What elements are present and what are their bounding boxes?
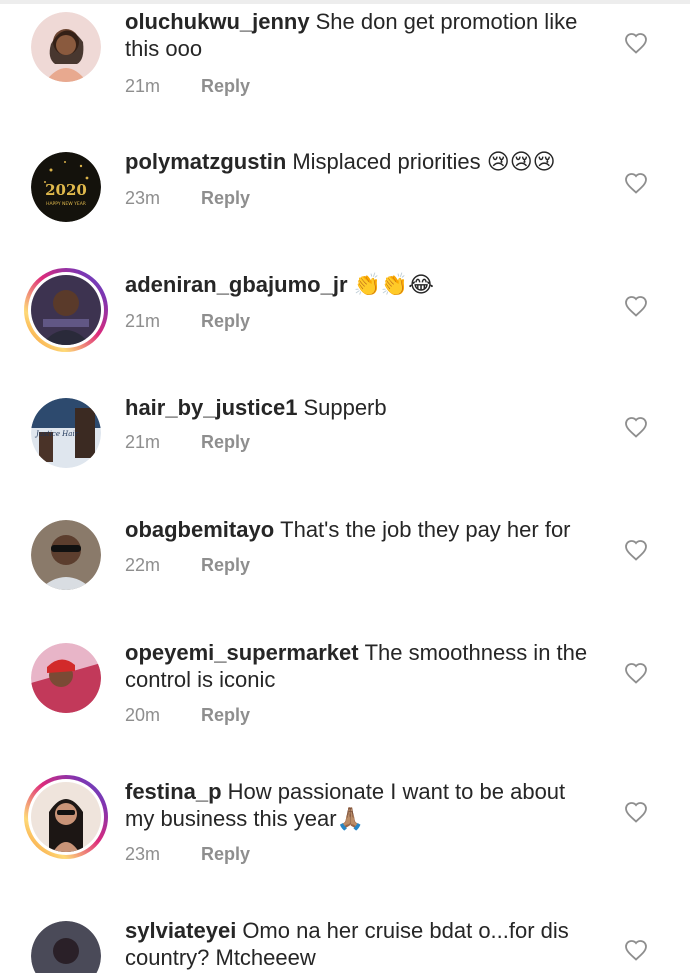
comment-username[interactable]: festina_p: [125, 779, 222, 804]
story-avatar[interactable]: [24, 775, 108, 859]
comment-body: oluchukwu_jenny She don get promotion lik…: [125, 8, 595, 62]
comment-body: festina_p How passionate I want to be abo…: [125, 778, 595, 832]
comment-body: obagbemitayo That's the job they pay her …: [125, 516, 595, 543]
comment-timestamp: 23m: [125, 844, 161, 864]
comment-timestamp: 23m: [125, 188, 161, 208]
comment-item: 2020 HAPPY NEW YEAR polymatzgustin Mispla…: [0, 140, 690, 260]
comment-item: Justice Hair hair_by_justice1 Supperb 21m…: [0, 386, 690, 506]
reply-button[interactable]: Reply: [201, 311, 250, 331]
comment-timestamp: 21m: [125, 76, 161, 96]
reply-button[interactable]: Reply: [201, 844, 250, 864]
story-ring: [28, 779, 104, 855]
comment-item: oluchukwu_jenny She don get promotion lik…: [0, 0, 690, 120]
heart-outline-icon[interactable]: [624, 939, 648, 961]
story-ring: [28, 272, 104, 348]
avatar[interactable]: [31, 921, 101, 973]
comment-body: adeniran_gbajumo_jr 👏👏😂: [125, 271, 595, 298]
comment-body: sylviateyei Omo na her cruise bdat o...fo…: [125, 917, 595, 971]
comment-text: That's the job they pay her for: [280, 517, 571, 542]
comment-item: obagbemitayo That's the job they pay her …: [0, 508, 690, 628]
reply-button[interactable]: Reply: [201, 555, 250, 575]
comment-username[interactable]: opeyemi_supermarket: [125, 640, 359, 665]
comment-text: Misplaced priorities: [292, 149, 481, 174]
comment-body: hair_by_justice1 Supperb: [125, 394, 595, 421]
comment-body: polymatzgustin Misplaced priorities 😢😢😢: [125, 148, 595, 175]
avatar-image: 2020 HAPPY NEW YEAR: [31, 152, 101, 222]
avatar-image: [31, 520, 101, 590]
comment-meta: 21m Reply: [125, 432, 250, 453]
comment-item: sylviateyei Omo na her cruise bdat o...fo…: [0, 909, 690, 973]
comment-meta: 22m Reply: [125, 555, 250, 576]
comment-timestamp: 21m: [125, 311, 161, 331]
avatar-image: Justice Hair: [31, 398, 101, 468]
reply-button[interactable]: Reply: [201, 76, 250, 96]
avatar-image: [31, 782, 101, 852]
reply-button[interactable]: Reply: [201, 188, 250, 208]
comment-text: 👏👏😂: [353, 272, 435, 297]
avatar-image: [31, 12, 101, 82]
avatar-caption-text: HAPPY NEW YEAR: [46, 201, 86, 207]
comment-text: Supperb: [303, 395, 387, 420]
avatar-brand-text: Justice Hair: [34, 430, 79, 438]
heart-outline-icon[interactable]: [624, 32, 648, 54]
avatar-image: [31, 643, 101, 713]
heart-outline-icon[interactable]: [624, 801, 648, 823]
avatar[interactable]: Justice Hair: [31, 398, 101, 468]
avatar-image: [31, 921, 101, 973]
comment-username[interactable]: hair_by_justice1: [125, 395, 297, 420]
comment-meta: 20m Reply: [125, 705, 250, 726]
story-avatar[interactable]: [24, 268, 108, 352]
avatar[interactable]: [31, 643, 101, 713]
avatar-image: [31, 275, 101, 345]
comment-item: adeniran_gbajumo_jr 👏👏😂 21m Reply: [0, 263, 690, 383]
heart-outline-icon[interactable]: [624, 662, 648, 684]
comment-meta: 23m Reply: [125, 188, 250, 209]
heart-outline-icon[interactable]: [624, 295, 648, 317]
comment-meta: 23m Reply: [125, 844, 250, 865]
avatar-year-text: 2020: [45, 181, 87, 199]
comment-item: festina_p How passionate I want to be abo…: [0, 770, 690, 900]
reply-button[interactable]: Reply: [201, 705, 250, 725]
avatar[interactable]: [31, 520, 101, 590]
comment-timestamp: 20m: [125, 705, 161, 725]
comment-body: opeyemi_supermarket The smoothness in the…: [125, 639, 595, 693]
comment-timestamp: 22m: [125, 555, 161, 575]
comment-timestamp: 21m: [125, 432, 161, 452]
heart-outline-icon[interactable]: [624, 416, 648, 438]
heart-outline-icon[interactable]: [624, 539, 648, 561]
avatar[interactable]: 2020 HAPPY NEW YEAR: [31, 152, 101, 222]
comment-meta: 21m Reply: [125, 311, 250, 332]
avatar[interactable]: [31, 12, 101, 82]
comment-username[interactable]: adeniran_gbajumo_jr: [125, 272, 348, 297]
comment-username[interactable]: sylviateyei: [125, 918, 236, 943]
reply-button[interactable]: Reply: [201, 432, 250, 452]
crying-emoji-group: 😢😢😢: [486, 149, 556, 174]
comment-username[interactable]: polymatzgustin: [125, 149, 286, 174]
comment-meta: 21m Reply: [125, 76, 250, 97]
heart-outline-icon[interactable]: [624, 172, 648, 194]
comment-item: opeyemi_supermarket The smoothness in the…: [0, 631, 690, 761]
comment-username[interactable]: obagbemitayo: [125, 517, 274, 542]
comment-username[interactable]: oluchukwu_jenny: [125, 9, 310, 34]
